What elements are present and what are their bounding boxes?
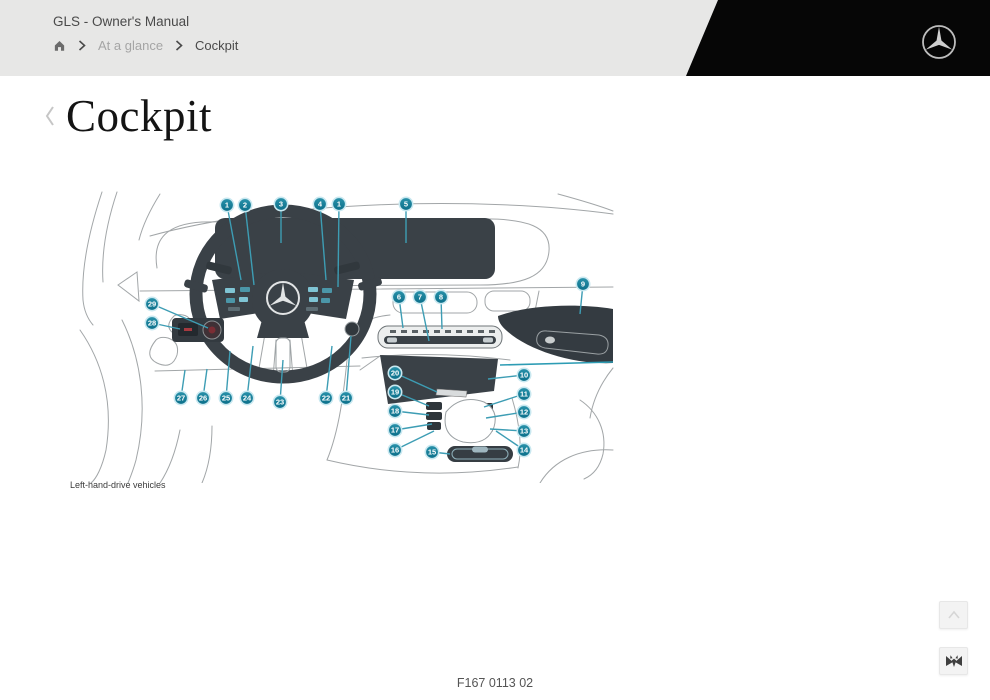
svg-text:8: 8 — [439, 293, 443, 302]
home-icon[interactable] — [53, 39, 66, 52]
scroll-top-button[interactable] — [939, 601, 968, 629]
callout-9: 9 — [576, 277, 589, 290]
bowtie-icon — [945, 654, 963, 669]
callout-6: 6 — [392, 290, 405, 303]
breadcrumb: At a glance Cockpit — [53, 38, 238, 53]
callout-17: 17 — [388, 423, 401, 436]
callout-16: 16 — [388, 443, 401, 456]
callout-21: 21 — [339, 391, 352, 404]
callout-4: 4 — [313, 197, 326, 210]
callout-2: 2 — [238, 198, 251, 211]
app-title: GLS - Owner's Manual — [53, 14, 189, 29]
callout-27: 27 — [174, 391, 187, 404]
callout-7: 7 — [413, 290, 426, 303]
svg-text:7: 7 — [418, 293, 422, 302]
callout-8: 8 — [434, 290, 447, 303]
chevron-right-icon — [78, 40, 86, 51]
svg-text:1: 1 — [225, 201, 229, 210]
svg-text:25: 25 — [222, 394, 230, 403]
svg-text:9: 9 — [581, 280, 585, 289]
svg-text:12: 12 — [520, 408, 528, 417]
svg-text:17: 17 — [391, 426, 399, 435]
breadcrumb-item-at-a-glance[interactable]: At a glance — [98, 38, 163, 53]
callout-11: 11 — [517, 387, 530, 400]
callout-26: 26 — [196, 391, 209, 404]
start-stop-control — [345, 322, 359, 336]
callout-14: 14 — [517, 443, 530, 456]
app-header: GLS - Owner's Manual At a glance Cockpit — [0, 0, 990, 76]
callout-18: 18 — [388, 404, 401, 417]
callout-29: 29 — [145, 297, 158, 310]
mercedes-star-icon — [919, 22, 959, 62]
callout-22: 22 — [319, 391, 332, 404]
page-title-row: Cockpit — [44, 92, 212, 140]
svg-text:15: 15 — [428, 448, 436, 457]
chevron-up-icon — [947, 609, 961, 621]
svg-text:22: 22 — [322, 394, 330, 403]
callout-24: 24 — [240, 391, 253, 404]
feedback-button[interactable] — [939, 647, 968, 675]
callout-1: 1 — [220, 198, 233, 211]
callout-15: 15 — [425, 445, 438, 458]
svg-text:2: 2 — [243, 201, 247, 210]
svg-text:16: 16 — [391, 446, 399, 455]
callout-1: 1 — [332, 197, 345, 210]
callout-3: 3 — [274, 197, 287, 210]
svg-text:6: 6 — [397, 293, 401, 302]
cockpit-diagram: 1234156789292827262524232221201918171615… — [60, 188, 620, 490]
callout-23: 23 — [273, 395, 286, 408]
callout-20: 20 — [388, 366, 401, 379]
callout-leader-1 — [338, 204, 339, 287]
svg-text:21: 21 — [342, 394, 350, 403]
figure-caption: Left-hand-drive vehicles — [70, 480, 166, 490]
svg-text:28: 28 — [148, 319, 156, 328]
callout-13: 13 — [517, 424, 530, 437]
callout-5: 5 — [399, 197, 412, 210]
svg-text:3: 3 — [279, 200, 283, 209]
svg-text:23: 23 — [276, 398, 284, 407]
cockpit-line-art: 1234156789292827262524232221201918171615… — [60, 188, 620, 483]
chevron-right-icon — [175, 40, 183, 51]
page-title: Cockpit — [66, 92, 212, 140]
svg-text:1: 1 — [337, 200, 341, 209]
climate-control-strip — [378, 326, 502, 348]
svg-text:14: 14 — [520, 446, 529, 455]
svg-text:13: 13 — [520, 427, 528, 436]
callout-12: 12 — [517, 405, 530, 418]
callout-10: 10 — [517, 368, 530, 381]
svg-text:20: 20 — [391, 369, 399, 378]
svg-text:18: 18 — [391, 407, 399, 416]
svg-text:19: 19 — [391, 388, 399, 397]
svg-text:5: 5 — [404, 200, 408, 209]
svg-text:24: 24 — [243, 394, 252, 403]
svg-text:27: 27 — [177, 394, 185, 403]
breadcrumb-item-cockpit: Cockpit — [195, 38, 238, 53]
svg-text:26: 26 — [199, 394, 207, 403]
svg-text:29: 29 — [148, 300, 156, 309]
figure-code: F167 0113 02 — [0, 676, 990, 690]
light-switch-module — [172, 318, 224, 342]
callout-25: 25 — [219, 391, 232, 404]
callout-28: 28 — [145, 316, 158, 329]
chevron-left-icon[interactable] — [44, 105, 56, 132]
svg-text:11: 11 — [520, 390, 528, 399]
svg-text:10: 10 — [520, 371, 528, 380]
callout-19: 19 — [388, 385, 401, 398]
